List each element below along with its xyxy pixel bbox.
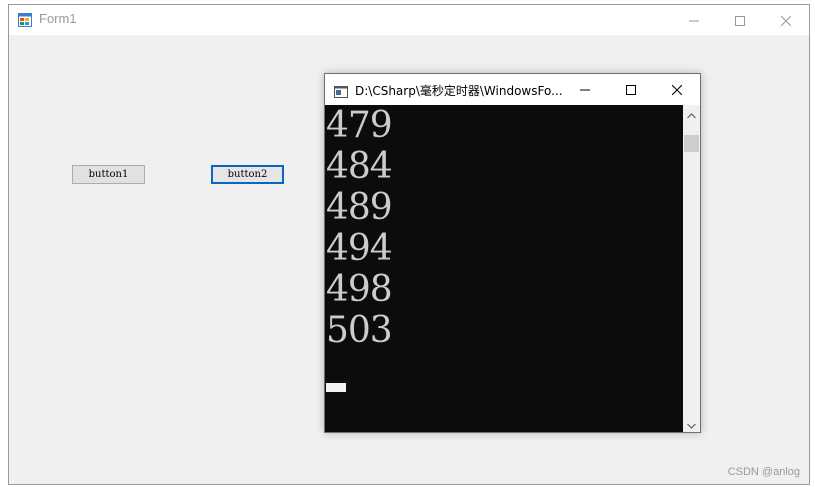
chevron-up-icon <box>687 104 696 123</box>
maximize-button[interactable] <box>717 5 763 35</box>
console-line: 479 <box>326 105 393 146</box>
button1[interactable]: button1 <box>72 165 145 184</box>
close-icon <box>780 11 792 30</box>
console-output[interactable]: 479 484 489 494 498 503 <box>325 105 683 432</box>
console-minimize-button[interactable] <box>562 74 608 105</box>
close-icon <box>671 80 683 99</box>
maximize-icon <box>735 11 745 30</box>
console-line: 484 <box>326 146 393 187</box>
console-window: D:\CSharp\毫秒定时器\WindowsFo... 479 484 489… <box>324 73 701 433</box>
console-app-icon <box>334 83 348 98</box>
vertical-scrollbar[interactable] <box>683 105 700 432</box>
scrollbar-thumb[interactable] <box>684 135 699 152</box>
minimize-icon <box>580 80 590 99</box>
minimize-button[interactable] <box>671 5 717 35</box>
button2[interactable]: button2 <box>211 165 284 184</box>
scroll-down-button[interactable] <box>683 415 700 432</box>
scroll-up-button[interactable] <box>683 105 700 122</box>
console-line: 494 <box>326 228 393 269</box>
console-maximize-button[interactable] <box>608 74 654 105</box>
console-close-button[interactable] <box>654 74 700 105</box>
winforms-app-icon <box>18 12 32 27</box>
console-line: 503 <box>326 310 393 351</box>
chevron-down-icon <box>687 414 696 433</box>
window-title: Form1 <box>39 11 77 26</box>
watermark: CSDN @anlog <box>727 466 800 478</box>
text-cursor <box>326 383 346 392</box>
form1-titlebar[interactable]: Form1 <box>9 5 809 35</box>
console-line: 498 <box>326 269 393 310</box>
close-button[interactable] <box>763 5 809 35</box>
console-titlebar[interactable]: D:\CSharp\毫秒定时器\WindowsFo... <box>325 74 700 105</box>
maximize-icon <box>626 80 636 99</box>
console-title: D:\CSharp\毫秒定时器\WindowsFo... <box>355 84 563 98</box>
console-line: 489 <box>326 187 393 228</box>
minimize-icon <box>689 11 699 30</box>
